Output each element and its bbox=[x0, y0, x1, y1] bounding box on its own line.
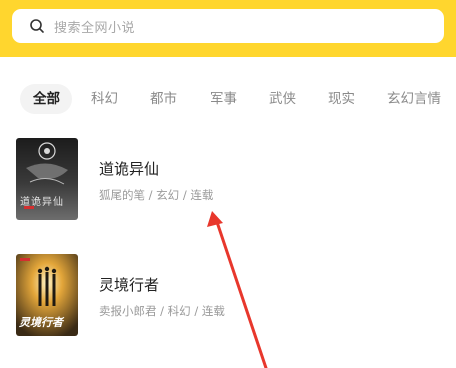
book-item-2[interactable]: 灵境行者 灵境行者 卖报小郎君 / 科幻 / 连载 bbox=[0, 254, 456, 338]
book-meta-1: 狐尾的笔 / 玄幻 / 连载 bbox=[99, 188, 214, 202]
book-cover-1[interactable]: 道诡异仙 bbox=[16, 138, 78, 220]
category-tabs: 全部 科幻 都市 军事 武侠 现实 玄幻言情 bbox=[0, 84, 456, 114]
tab-fantasy-romance[interactable]: 玄幻言情 bbox=[387, 84, 441, 114]
search-input[interactable]: 搜索全网小说 bbox=[12, 9, 444, 43]
tab-all[interactable]: 全部 bbox=[20, 84, 72, 114]
book-item-1[interactable]: 道诡异仙 道诡异仙 狐尾的笔 / 玄幻 / 连载 bbox=[0, 138, 456, 222]
tab-reality[interactable]: 现实 bbox=[328, 84, 355, 114]
tab-scifi[interactable]: 科幻 bbox=[91, 84, 118, 114]
tab-wuxia[interactable]: 武侠 bbox=[269, 84, 296, 114]
app-screen: 搜索全网小说 全部 科幻 都市 军事 武侠 现实 玄幻言情 道诡异仙 道诡异仙 … bbox=[0, 0, 456, 368]
tab-military[interactable]: 军事 bbox=[210, 84, 237, 114]
search-icon bbox=[29, 18, 45, 34]
tab-urban[interactable]: 都市 bbox=[150, 84, 177, 114]
search-placeholder: 搜索全网小说 bbox=[54, 20, 136, 36]
header-bar: 搜索全网小说 bbox=[0, 0, 456, 57]
book-cover-2-text: 灵境行者 bbox=[19, 316, 63, 329]
book-cover-1-text: 道诡异仙 bbox=[20, 197, 64, 208]
book-title-2[interactable]: 灵境行者 bbox=[99, 274, 159, 295]
book-title-1[interactable]: 道诡异仙 bbox=[99, 158, 159, 179]
book-cover-2[interactable]: 灵境行者 bbox=[16, 254, 78, 336]
book-meta-2: 卖报小郎君 / 科幻 / 连载 bbox=[99, 304, 225, 318]
